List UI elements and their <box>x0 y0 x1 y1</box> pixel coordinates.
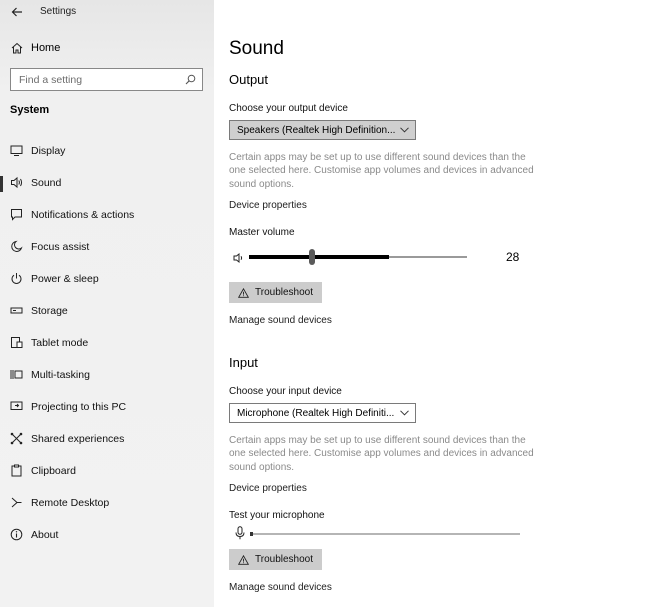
input-manage-devices-link[interactable]: Manage sound devices <box>229 582 332 593</box>
sidebar-item-about[interactable]: About <box>0 520 214 552</box>
home-icon <box>11 42 23 54</box>
sidebar-item-display[interactable]: Display <box>0 136 214 168</box>
volume-icon[interactable] <box>233 252 245 264</box>
window-title: Settings <box>40 6 77 17</box>
troubleshoot-label: Troubleshoot <box>255 554 313 565</box>
tablet-icon <box>11 337 23 348</box>
sidebar-item-shared-experiences[interactable]: Shared experiences <box>0 424 214 456</box>
clipboard-icon <box>11 464 22 477</box>
volume-value: 28 <box>506 250 520 264</box>
master-volume-label: Master volume <box>229 227 295 238</box>
sidebar-item-label: Display <box>31 145 66 157</box>
input-device-label: Choose your input device <box>229 386 342 397</box>
projector-icon <box>10 401 23 410</box>
info-icon <box>10 528 23 541</box>
sidebar-item-label: Tablet mode <box>31 337 89 349</box>
volume-slider-thumb[interactable] <box>309 249 316 265</box>
sidebar-item-projecting[interactable]: Projecting to this PC <box>0 392 214 424</box>
notification-icon <box>11 209 22 221</box>
input-troubleshoot-button[interactable]: Troubleshoot <box>229 549 322 570</box>
test-microphone-label: Test your microphone <box>229 510 325 521</box>
active-indicator <box>0 176 3 192</box>
chevron-down-icon <box>400 127 409 133</box>
sidebar-item-label: Multi-tasking <box>31 369 90 381</box>
sidebar-item-remote-desktop[interactable]: Remote Desktop <box>0 488 214 520</box>
output-device-dropdown[interactable]: Speakers (Realtek High Definition... <box>229 120 416 140</box>
sidebar-item-label: Projecting to this PC <box>31 401 127 413</box>
sidebar-nav: Display Sound Notifications & actions Fo… <box>0 136 214 552</box>
warning-icon <box>238 554 249 565</box>
microphone-level-meter <box>250 532 520 536</box>
microphone-level-row <box>229 526 529 542</box>
moon-icon <box>11 240 23 252</box>
monitor-icon <box>10 145 23 156</box>
remote-icon <box>11 497 22 508</box>
sidebar-item-label: Remote Desktop <box>31 497 110 509</box>
input-heading: Input <box>229 355 258 370</box>
chevron-down-icon <box>400 410 409 416</box>
search-input[interactable] <box>11 69 176 90</box>
sidebar-item-storage[interactable]: Storage <box>0 296 214 328</box>
output-device-label: Choose your output device <box>229 103 348 114</box>
volume-slider-fill <box>249 255 389 259</box>
microphone-icon <box>235 526 245 540</box>
title-bar: Settings <box>0 0 214 24</box>
sidebar-item-label: Shared experiences <box>31 433 125 445</box>
storage-icon <box>10 307 23 314</box>
sidebar-item-sound[interactable]: Sound <box>0 168 214 200</box>
sidebar-item-multitasking[interactable]: Multi-tasking <box>0 360 214 392</box>
sidebar: Settings Home System Display <box>0 0 214 607</box>
troubleshoot-label: Troubleshoot <box>255 287 313 298</box>
output-manage-devices-link[interactable]: Manage sound devices <box>229 315 332 326</box>
input-device-dropdown[interactable]: Microphone (Realtek High Definiti... <box>229 403 416 423</box>
sidebar-item-label: Storage <box>31 305 68 317</box>
input-device-properties-link[interactable]: Device properties <box>229 483 307 494</box>
output-description: Certain apps may be set up to use differ… <box>229 152 534 190</box>
sidebar-item-label: Sound <box>31 177 62 189</box>
multitask-icon <box>10 370 23 379</box>
shared-icon <box>10 432 23 445</box>
page-title: Sound <box>229 38 284 59</box>
output-device-value: Speakers (Realtek High Definition... <box>237 124 396 136</box>
output-troubleshoot-button[interactable]: Troubleshoot <box>229 282 322 303</box>
power-icon <box>11 273 22 284</box>
volume-slider[interactable] <box>249 249 467 265</box>
input-description: Certain apps may be set up to use differ… <box>229 435 534 473</box>
input-device-value: Microphone (Realtek High Definiti... <box>237 407 395 419</box>
sidebar-item-label: Power & sleep <box>31 273 99 285</box>
sidebar-item-notifications[interactable]: Notifications & actions <box>0 200 214 232</box>
sidebar-item-label: About <box>31 529 59 541</box>
search-icon[interactable] <box>185 74 196 85</box>
output-device-properties-link[interactable]: Device properties <box>229 200 307 211</box>
sidebar-item-label: Notifications & actions <box>31 209 135 221</box>
search-box[interactable] <box>10 68 203 91</box>
sidebar-item-label: Clipboard <box>31 465 76 477</box>
warning-icon <box>238 287 249 298</box>
sidebar-item-clipboard[interactable]: Clipboard <box>0 456 214 488</box>
microphone-level-indicator <box>250 532 253 536</box>
sidebar-item-power-sleep[interactable]: Power & sleep <box>0 264 214 296</box>
master-volume-row <box>229 249 529 267</box>
back-arrow-icon[interactable] <box>10 5 24 19</box>
speaker-icon <box>11 176 23 189</box>
sidebar-item-home[interactable]: Home <box>0 38 214 60</box>
section-heading: System <box>10 104 50 116</box>
main-content: Sound Output Choose your output device S… <box>229 0 639 607</box>
output-heading: Output <box>229 72 269 87</box>
sidebar-item-focus-assist[interactable]: Focus assist <box>0 232 214 264</box>
home-label: Home <box>31 42 61 54</box>
sidebar-item-tablet-mode[interactable]: Tablet mode <box>0 328 214 360</box>
sidebar-item-label: Focus assist <box>31 241 90 253</box>
